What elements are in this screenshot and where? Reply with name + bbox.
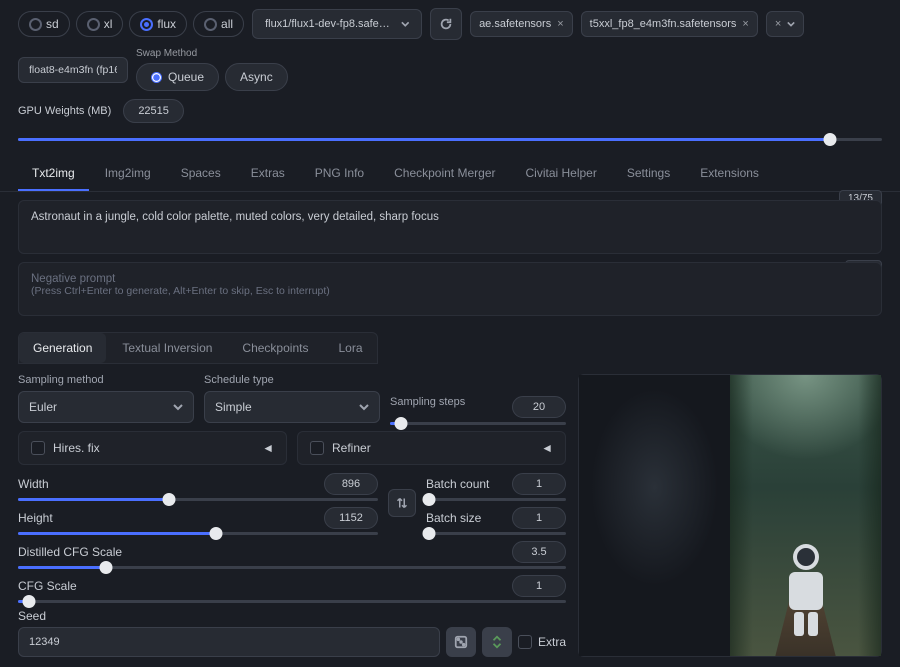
hires-fix-label: Hires. fix [53, 441, 100, 455]
sampling-steps-value[interactable]: 20 [512, 396, 566, 418]
refresh-icon [439, 17, 453, 31]
dice-icon [454, 635, 468, 649]
recycle-icon [490, 635, 504, 649]
chevron-down-icon [359, 402, 369, 412]
close-icon[interactable]: × [742, 18, 748, 30]
swap-dimensions-button[interactable] [388, 489, 416, 517]
radio-xl-label: xl [104, 17, 113, 31]
subtab-lora[interactable]: Lora [324, 333, 376, 363]
chevron-down-icon [787, 20, 795, 28]
schedule-type-value: Simple [215, 400, 252, 414]
extra-checkbox[interactable] [518, 635, 532, 649]
random-seed-button[interactable] [446, 627, 476, 657]
swap-label: Swap Method [136, 48, 288, 59]
vae-tag-0[interactable]: ae.safetensors × [470, 11, 573, 37]
refresh-models-button[interactable] [430, 8, 462, 40]
width-value[interactable]: 896 [324, 473, 378, 495]
distilled-cfg-label: Distilled CFG Scale [18, 545, 122, 559]
gen-subtabs: Generation Textual Inversion Checkpoints… [18, 332, 378, 364]
tab-settings[interactable]: Settings [613, 157, 684, 191]
dtype-label: float8-e4m3fn (fp16 LoR [29, 64, 117, 76]
vae-tag-1[interactable]: t5xxl_fp8_e4m3fn.safetensors × [581, 11, 758, 37]
close-icon[interactable]: × [557, 18, 563, 30]
radio-sd-label: sd [46, 17, 59, 31]
sampling-method-select[interactable]: Euler [18, 391, 194, 423]
radio-all[interactable]: all [193, 11, 244, 37]
vae-tag-0-label: ae.safetensors [479, 18, 551, 30]
checkbox-icon [31, 441, 45, 455]
vae-tag-1-label: t5xxl_fp8_e4m3fn.safetensors [590, 18, 737, 30]
gpu-weights-label: GPU Weights (MB) [18, 105, 111, 117]
main-tabs: Txt2img Img2img Spaces Extras PNG Info C… [0, 157, 900, 192]
preview-slot-1 [730, 375, 881, 656]
subtab-checkpoints[interactable]: Checkpoints [228, 333, 322, 363]
sampling-steps-label: Sampling steps [390, 396, 465, 418]
tab-extras[interactable]: Extras [237, 157, 299, 191]
model-select[interactable]: flux1/flux1-dev-fp8.safetensors [252, 9, 422, 39]
gpu-weights-value[interactable]: 22515 [123, 99, 184, 123]
radio-flux-label: flux [157, 17, 176, 31]
height-value[interactable]: 1152 [324, 507, 378, 529]
close-icon[interactable]: × [775, 18, 781, 30]
batch-count-value[interactable]: 1 [512, 473, 566, 495]
preview-slot-0 [579, 375, 730, 656]
checkbox-icon [310, 441, 324, 455]
tab-txt2img[interactable]: Txt2img [18, 157, 89, 191]
radio-sd[interactable]: sd [18, 11, 70, 37]
extra-label: Extra [538, 635, 566, 649]
cfg-label: CFG Scale [18, 579, 77, 593]
reuse-seed-button[interactable] [482, 627, 512, 657]
astronaut-figure [782, 544, 830, 634]
tab-pnginfo[interactable]: PNG Info [301, 157, 378, 191]
neg-placeholder-2: (Press Ctrl+Enter to generate, Alt+Enter… [31, 285, 869, 297]
negative-prompt-input[interactable]: Negative prompt (Press Ctrl+Enter to gen… [18, 262, 882, 316]
dtype-select[interactable]: float8-e4m3fn (fp16 LoR [18, 57, 128, 83]
hires-fix-toggle[interactable]: Hires. fix ◄ [18, 431, 287, 465]
radio-all-label: all [221, 17, 233, 31]
distilled-cfg-value[interactable]: 3.5 [512, 541, 566, 563]
sampling-method-value: Euler [29, 400, 57, 414]
refiner-toggle[interactable]: Refiner ◄ [297, 431, 566, 465]
prompt-input[interactable]: Astronaut in a jungle, cold color palett… [18, 200, 882, 254]
batch-size-value[interactable]: 1 [512, 507, 566, 529]
model-select-label: flux1/flux1-dev-fp8.safetensors [265, 18, 392, 30]
sampling-method-label: Sampling method [18, 374, 194, 386]
queue-button[interactable]: Queue [136, 63, 219, 91]
gpu-weights-slider[interactable] [18, 131, 882, 147]
subtab-textual-inversion[interactable]: Textual Inversion [108, 333, 226, 363]
radio-xl[interactable]: xl [76, 11, 124, 37]
width-label: Width [18, 477, 49, 491]
batch-count-label: Batch count [426, 477, 489, 491]
async-button[interactable]: Async [225, 63, 288, 91]
tab-spaces[interactable]: Spaces [167, 157, 235, 191]
swap-icon [396, 497, 408, 509]
subtab-generation[interactable]: Generation [19, 333, 106, 363]
seed-input[interactable]: 12349 [18, 627, 440, 657]
output-preview[interactable] [578, 374, 882, 657]
tab-img2img[interactable]: Img2img [91, 157, 165, 191]
tab-extensions[interactable]: Extensions [686, 157, 773, 191]
schedule-type-select[interactable]: Simple [204, 391, 380, 423]
refiner-label: Refiner [332, 441, 371, 455]
schedule-type-label: Schedule type [204, 374, 380, 386]
chevron-down-icon [401, 19, 410, 29]
vae-clear[interactable]: × [766, 11, 804, 37]
async-label: Async [240, 70, 273, 84]
neg-placeholder-1: Negative prompt [31, 273, 869, 285]
height-label: Height [18, 511, 53, 525]
triangle-left-icon: ◄ [262, 441, 274, 455]
seed-label: Seed [18, 609, 566, 623]
tab-ckptmerger[interactable]: Checkpoint Merger [380, 157, 509, 191]
batch-size-label: Batch size [426, 511, 481, 525]
tab-civitai[interactable]: Civitai Helper [512, 157, 611, 191]
ui-mode-radio-group: sd xl flux all [18, 11, 244, 37]
swap-method: Swap Method Queue Async [136, 48, 288, 91]
chevron-down-icon [173, 402, 183, 412]
queue-label: Queue [168, 70, 204, 84]
radio-flux[interactable]: flux [129, 11, 187, 37]
triangle-left-icon: ◄ [541, 441, 553, 455]
cfg-value[interactable]: 1 [512, 575, 566, 597]
